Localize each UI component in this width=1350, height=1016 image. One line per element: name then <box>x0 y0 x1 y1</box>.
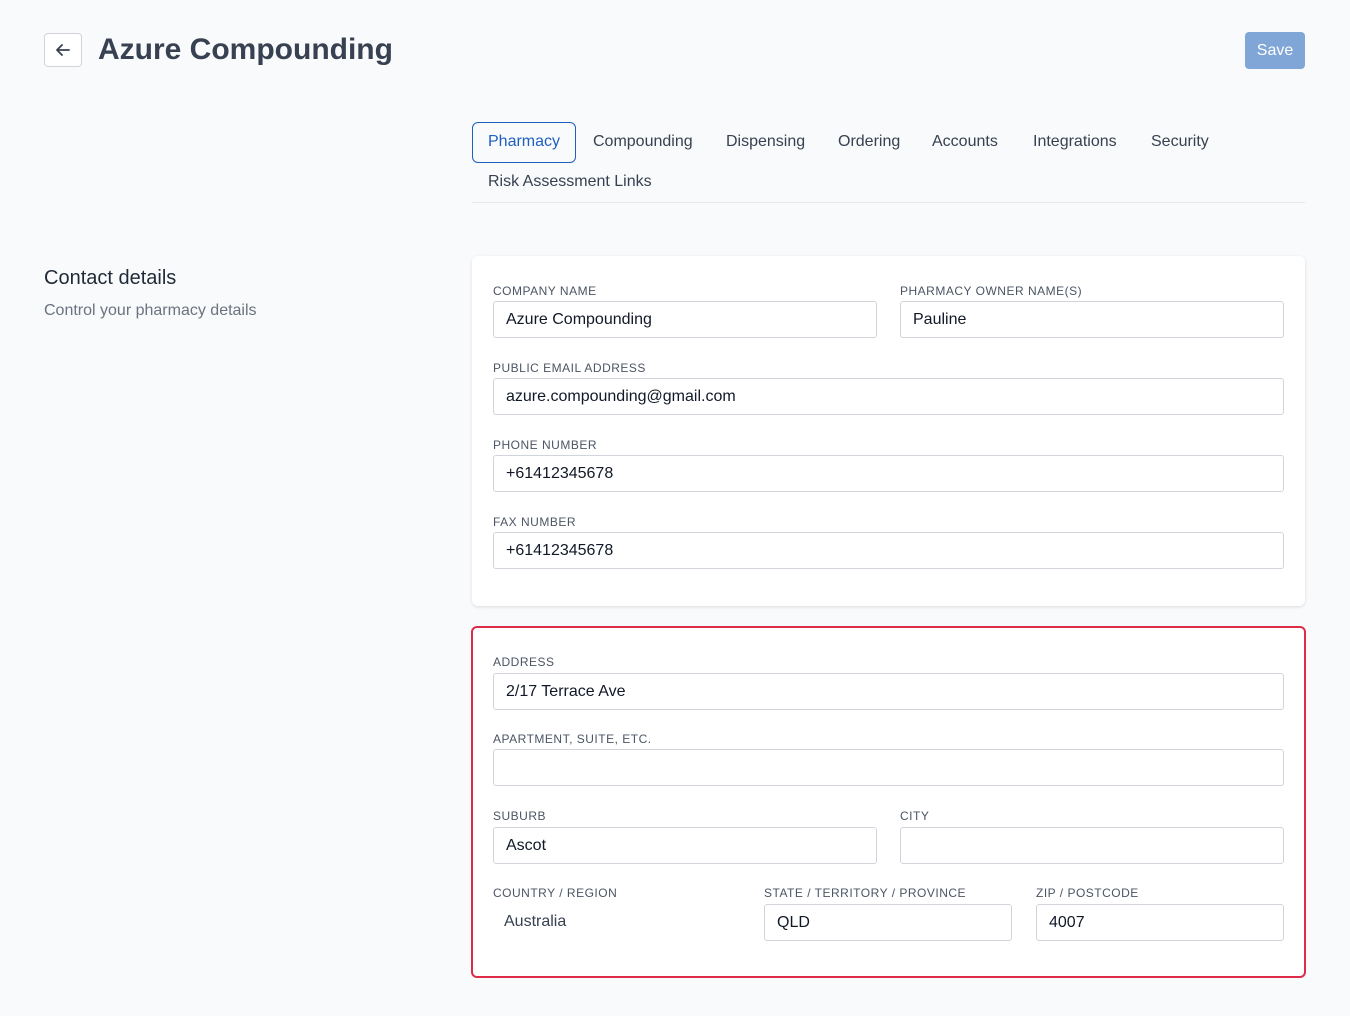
tab-pharmacy[interactable]: Pharmacy <box>472 122 577 163</box>
zip-input[interactable]: 4007 <box>1036 904 1284 941</box>
address-card: ADDRESS 2/17 Terrace Ave APARTMENT, SUIT… <box>471 626 1306 978</box>
save-button[interactable]: Save <box>1245 32 1305 69</box>
country-label: COUNTRY / REGION <box>493 886 618 900</box>
tab-risk-assessment-links[interactable]: Risk Assessment Links <box>488 172 652 192</box>
arrow-left-icon <box>54 41 72 59</box>
tab-ordering[interactable]: Ordering <box>838 132 900 152</box>
address-input[interactable]: 2/17 Terrace Ave <box>493 673 1284 710</box>
section-title: Contact details <box>44 267 177 289</box>
owner-names-input[interactable]: Pauline <box>900 301 1284 338</box>
phone-label: PHONE NUMBER <box>493 438 598 452</box>
state-input[interactable]: QLD <box>764 904 1012 941</box>
tab-bar: Pharmacy Compounding Dispensing Ordering… <box>472 122 1305 203</box>
tab-dispensing[interactable]: Dispensing <box>726 132 805 152</box>
tab-accounts[interactable]: Accounts <box>932 132 998 152</box>
tab-security[interactable]: Security <box>1151 132 1209 152</box>
suburb-label: SUBURB <box>493 809 547 823</box>
zip-label: ZIP / POSTCODE <box>1036 886 1139 900</box>
contact-details-card: COMPANY NAME Azure Compounding PHARMACY … <box>472 256 1305 606</box>
suburb-input[interactable]: Ascot <box>493 827 877 864</box>
city-label: CITY <box>900 809 930 823</box>
page-title: Azure Compounding <box>98 33 393 66</box>
company-name-label: COMPANY NAME <box>493 284 597 298</box>
state-label: STATE / TERRITORY / PROVINCE <box>764 886 967 900</box>
address-label: ADDRESS <box>493 655 555 669</box>
phone-input[interactable]: +61412345678 <box>493 455 1284 492</box>
tab-compounding[interactable]: Compounding <box>593 132 693 152</box>
tab-integrations[interactable]: Integrations <box>1033 132 1117 152</box>
city-input[interactable] <box>900 827 1284 864</box>
fax-label: FAX NUMBER <box>493 515 577 529</box>
email-label: PUBLIC EMAIL ADDRESS <box>493 361 646 375</box>
country-select[interactable]: Australia <box>504 912 566 932</box>
apartment-input[interactable] <box>493 749 1284 786</box>
fax-input[interactable]: +61412345678 <box>493 532 1284 569</box>
owner-names-label: PHARMACY OWNER NAME(S) <box>900 284 1083 298</box>
email-input[interactable]: azure.compounding@gmail.com <box>493 378 1284 415</box>
back-button[interactable] <box>44 33 82 67</box>
apartment-label: APARTMENT, SUITE, ETC. <box>493 732 652 746</box>
company-name-input[interactable]: Azure Compounding <box>493 301 877 338</box>
section-subtitle: Control your pharmacy details <box>44 302 257 319</box>
